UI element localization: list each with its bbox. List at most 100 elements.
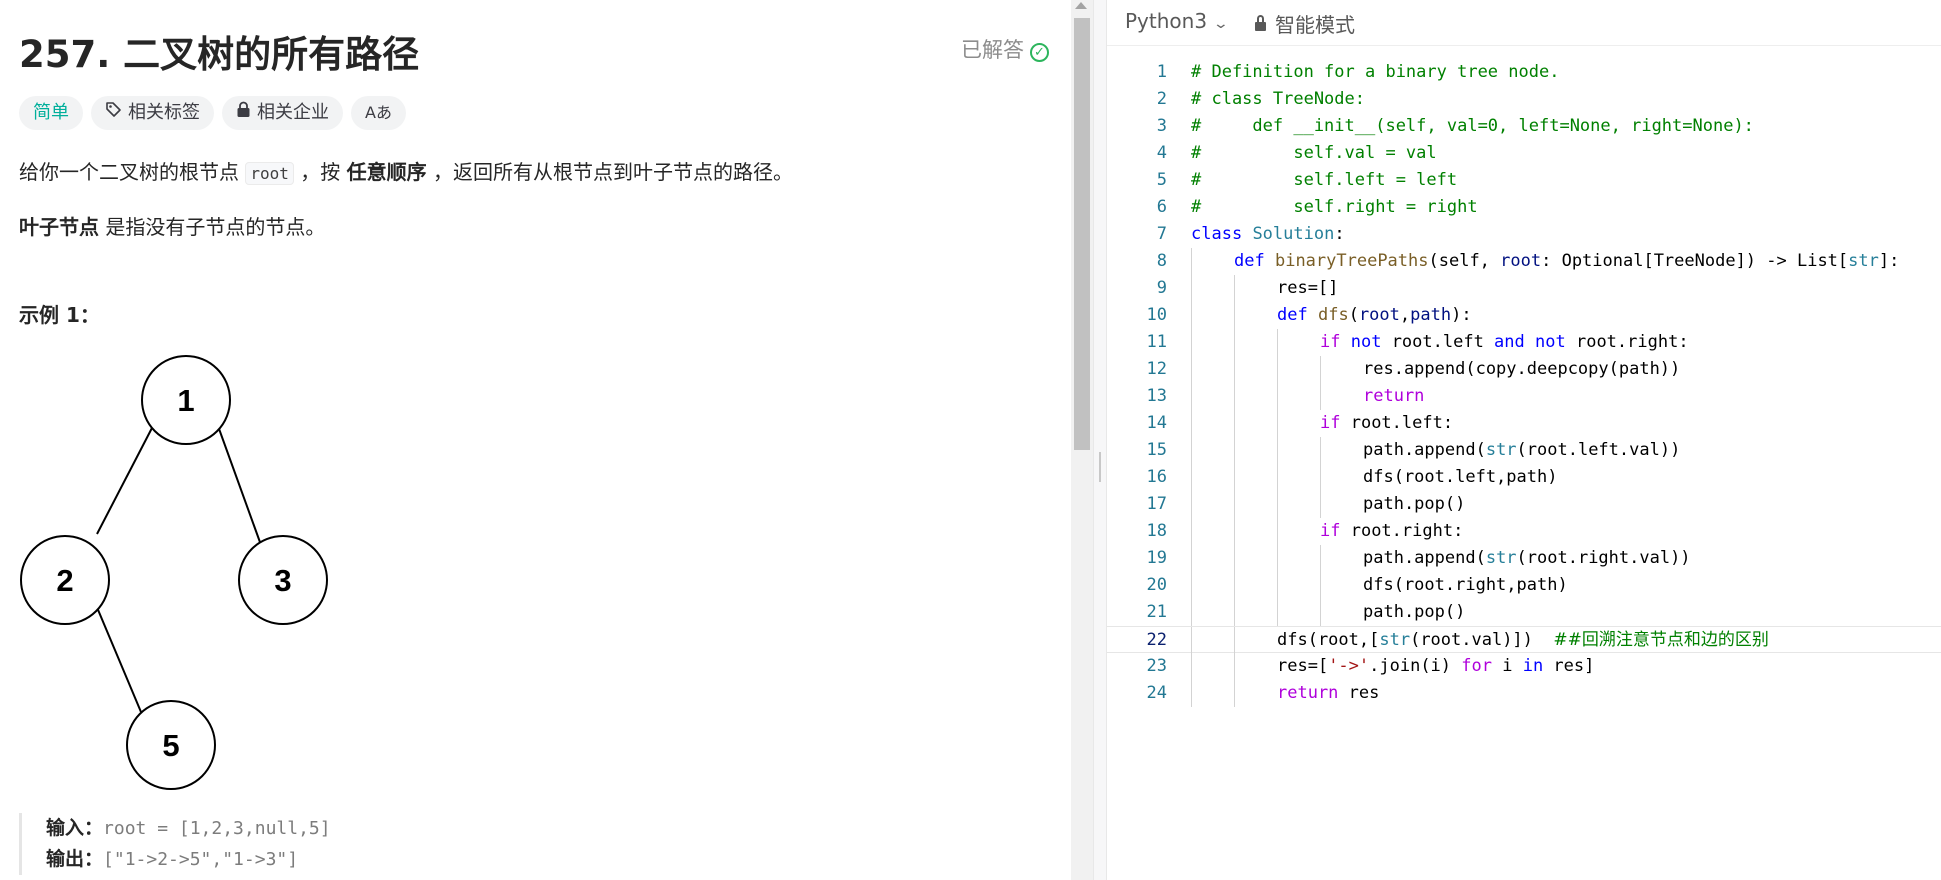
indent-guide bbox=[1277, 572, 1278, 599]
code-token: class bbox=[1191, 224, 1243, 244]
difficulty-badge[interactable]: 简单 bbox=[19, 96, 83, 130]
code-text: path.pop() bbox=[1363, 599, 1465, 626]
binary-tree-diagram: 1 2 3 5 bbox=[20, 355, 328, 790]
scroll-up-arrow-icon[interactable] bbox=[1075, 2, 1087, 9]
code-token: not bbox=[1535, 332, 1566, 352]
desc1-text-c: ，返回所有从根节点到叶子节点的路径。 bbox=[426, 160, 793, 184]
indent-guide bbox=[1191, 464, 1192, 491]
code-text: if not root.left and not root.right: bbox=[1320, 329, 1689, 356]
indent-guide bbox=[1191, 383, 1192, 410]
indent-guide bbox=[1234, 545, 1235, 572]
code-line[interactable]: 21 path.pop() bbox=[1107, 599, 1941, 626]
code-line[interactable]: 12 res.append(copy.deepcopy(path)) bbox=[1107, 356, 1941, 383]
code-line[interactable]: 3 # def __init__(self, val=0, left=None, … bbox=[1107, 113, 1941, 140]
smart-mode-toggle[interactable]: 智能模式 bbox=[1255, 9, 1355, 38]
desc2-text: 是指没有子节点的节点。 bbox=[99, 215, 326, 239]
code-line[interactable]: 11 if not root.left and not root.right: bbox=[1107, 329, 1941, 356]
line-number: 5 bbox=[1156, 170, 1167, 190]
code-text: # self.val = val bbox=[1191, 140, 1437, 167]
related-companies-button[interactable]: 相关企业 bbox=[222, 96, 343, 130]
line-number: 8 bbox=[1156, 251, 1167, 271]
code-area[interactable]: 1 # Definition for a binary tree node. 2 # … bbox=[1107, 59, 1941, 707]
code-line[interactable]: 2 # class TreeNode: bbox=[1107, 86, 1941, 113]
line-number: 10 bbox=[1146, 305, 1167, 325]
description-scrollbar[interactable] bbox=[1071, 0, 1093, 880]
code-line[interactable]: 24 return res bbox=[1107, 680, 1941, 707]
drag-grip-icon bbox=[1099, 452, 1101, 482]
code-text: return res bbox=[1277, 680, 1379, 707]
code-token: ]: bbox=[1878, 251, 1900, 271]
code-line[interactable]: 10 def dfs(root,path): bbox=[1107, 302, 1941, 329]
indent-guide bbox=[1277, 518, 1278, 545]
code-token: # self.val = val bbox=[1191, 143, 1437, 163]
indent-guide bbox=[1191, 302, 1192, 329]
description-paragraph-1: 给你一个二叉树的根节点 root ，按 任意顺序 ，返回所有从根节点到叶子节点的… bbox=[19, 157, 793, 189]
indent-guide bbox=[1234, 464, 1235, 491]
desc1-text-a: 给你一个二叉树的根节点 bbox=[19, 160, 246, 184]
code-text: res.append(copy.deepcopy(path)) bbox=[1363, 356, 1680, 383]
code-token: path bbox=[1410, 305, 1452, 325]
code-token: return bbox=[1363, 386, 1425, 406]
code-line[interactable]: 7 class Solution: bbox=[1107, 221, 1941, 248]
indent-guide bbox=[1277, 383, 1278, 410]
indent-guide bbox=[1191, 248, 1192, 275]
code-text: dfs(root.right,path) bbox=[1363, 572, 1568, 599]
line-number: 12 bbox=[1146, 359, 1167, 379]
code-line[interactable]: 19 path.append(str(root.right.val)) bbox=[1107, 545, 1941, 572]
code-line[interactable]: 6 # self.right = right bbox=[1107, 194, 1941, 221]
tree-edge-1-3 bbox=[217, 425, 262, 546]
translate-button[interactable]: Aあ bbox=[351, 96, 406, 130]
indent-guide bbox=[1277, 356, 1278, 383]
code-token: path.pop() bbox=[1363, 602, 1466, 622]
code-line[interactable]: 1 # Definition for a binary tree node. bbox=[1107, 59, 1941, 86]
code-line[interactable]: 23 res=['->'.join(i) for i in res] bbox=[1107, 653, 1941, 680]
indent-guide bbox=[1277, 437, 1278, 464]
code-line[interactable]: 16 dfs(root.left,path) bbox=[1107, 464, 1941, 491]
code-line[interactable]: 5 # self.left = left bbox=[1107, 167, 1941, 194]
code-line[interactable]: 13 return bbox=[1107, 383, 1941, 410]
indent-guide bbox=[1320, 383, 1321, 410]
code-token: dfs bbox=[1317, 305, 1349, 325]
tag-icon bbox=[105, 96, 122, 130]
line-number: 4 bbox=[1156, 143, 1167, 163]
indent-guide bbox=[1277, 329, 1278, 356]
output-value: ["1->2->5","1->3"] bbox=[103, 849, 299, 870]
line-number: 16 bbox=[1146, 467, 1167, 487]
code-line[interactable]: 20 dfs(root.right,path) bbox=[1107, 572, 1941, 599]
indent-guide bbox=[1320, 572, 1321, 599]
code-line[interactable]: 9 res=[] bbox=[1107, 275, 1941, 302]
code-token: : bbox=[1334, 224, 1345, 244]
scrollbar-thumb[interactable] bbox=[1074, 18, 1090, 450]
code-line[interactable]: 18 if root.right: bbox=[1107, 518, 1941, 545]
code-token: (self, bbox=[1428, 251, 1501, 271]
code-token: # def __init__(self, val=0, left=None, r… bbox=[1191, 116, 1754, 136]
code-token: in bbox=[1522, 656, 1544, 676]
code-text: path.pop() bbox=[1363, 491, 1465, 518]
code-token: # self.left = left bbox=[1191, 170, 1458, 190]
tag-row: 简单 相关标签 相关企业 Aあ bbox=[19, 96, 406, 130]
language-selector[interactable]: Python3 ⌄ bbox=[1125, 9, 1229, 33]
code-token: Solution bbox=[1252, 224, 1335, 244]
code-line[interactable]: 8 def binaryTreePaths(self, root: Optiona… bbox=[1107, 248, 1941, 275]
related-tags-button[interactable]: 相关标签 bbox=[91, 96, 214, 130]
problem-description-pane: 257. 二叉树的所有路径 已解答 ✓ 简单 相关标签 相关企业 Aあ 给你一个二… bbox=[0, 0, 1071, 880]
example-input: 输入：root = [1,2,3,null,5] bbox=[46, 813, 331, 844]
pane-resize-handle[interactable] bbox=[1093, 0, 1107, 880]
problem-title[interactable]: 257. 二叉树的所有路径 bbox=[19, 24, 419, 78]
line-number: 18 bbox=[1146, 521, 1167, 541]
code-text: dfs(root,[str(root.val)]) ##回溯注意节点和边的区别 bbox=[1277, 627, 1769, 654]
code-line[interactable]: 4 # self.val = val bbox=[1107, 140, 1941, 167]
tree-edge-1-2 bbox=[96, 425, 154, 535]
line-number: 6 bbox=[1156, 197, 1167, 217]
indent-guide bbox=[1191, 275, 1192, 302]
code-line[interactable]: 17 path.pop() bbox=[1107, 491, 1941, 518]
code-line[interactable]: 22 dfs(root,[str(root.val)]) ##回溯注意节点和边的区… bbox=[1107, 626, 1941, 654]
code-text: path.append(str(root.right.val)) bbox=[1363, 545, 1691, 572]
code-text: if root.right: bbox=[1320, 518, 1463, 545]
check-circle-icon: ✓ bbox=[1030, 43, 1049, 62]
indent-guide bbox=[1234, 680, 1235, 707]
indent-guide bbox=[1191, 653, 1192, 680]
code-line[interactable]: 14 if root.left: bbox=[1107, 410, 1941, 437]
code-line[interactable]: 15 path.append(str(root.left.val)) bbox=[1107, 437, 1941, 464]
line-number: 19 bbox=[1146, 548, 1167, 568]
